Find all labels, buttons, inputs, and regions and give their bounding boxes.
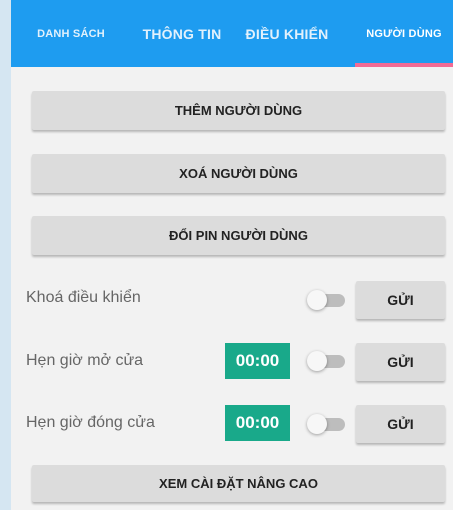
control-lock-label: Khoá điều khiển [26, 289, 141, 306]
close-schedule-send-button[interactable]: GỬI [356, 405, 445, 443]
open-schedule-label: Hẹn giờ mở cửa [26, 352, 144, 369]
active-tab-indicator [355, 63, 453, 67]
toggle-thumb [307, 290, 327, 310]
toggle-thumb [307, 414, 327, 434]
tab-nguoi-dung[interactable]: NGƯỜI DÙNG [355, 0, 453, 67]
open-schedule-toggle[interactable] [307, 350, 345, 372]
tab-bar: DANH SÁCH THÔNG TIN ĐIỀU KHIỂN NGƯỜI DÙN… [11, 0, 453, 67]
close-schedule-toggle[interactable] [307, 413, 345, 435]
tab-thong-tin[interactable]: THÔNG TIN [133, 0, 231, 67]
open-time-picker[interactable]: 00:00 [225, 343, 290, 379]
control-lock-send-button[interactable]: GỬI [356, 281, 445, 319]
app-screen: DANH SÁCH THÔNG TIN ĐIỀU KHIỂN NGƯỜI DÙN… [11, 0, 453, 510]
delete-user-button[interactable]: XOÁ NGƯỜI DÙNG [32, 154, 445, 193]
open-schedule-send-button[interactable]: GỬI [356, 343, 445, 381]
close-schedule-label: Hẹn giờ đóng cửa [26, 414, 155, 431]
tab-dieu-khien[interactable]: ĐIỀU KHIỂN [239, 0, 335, 67]
advanced-settings-button[interactable]: XEM CÀI ĐẶT NÂNG CAO [32, 465, 445, 502]
tab-danh-sach[interactable]: DANH SÁCH [21, 0, 121, 67]
change-pin-button[interactable]: ĐỔI PIN NGƯỜI DÙNG [32, 216, 445, 255]
control-lock-toggle[interactable] [307, 289, 345, 311]
add-user-button[interactable]: THÊM NGƯỜI DÙNG [32, 91, 445, 130]
close-time-picker[interactable]: 00:00 [225, 405, 290, 441]
toggle-thumb [307, 351, 327, 371]
